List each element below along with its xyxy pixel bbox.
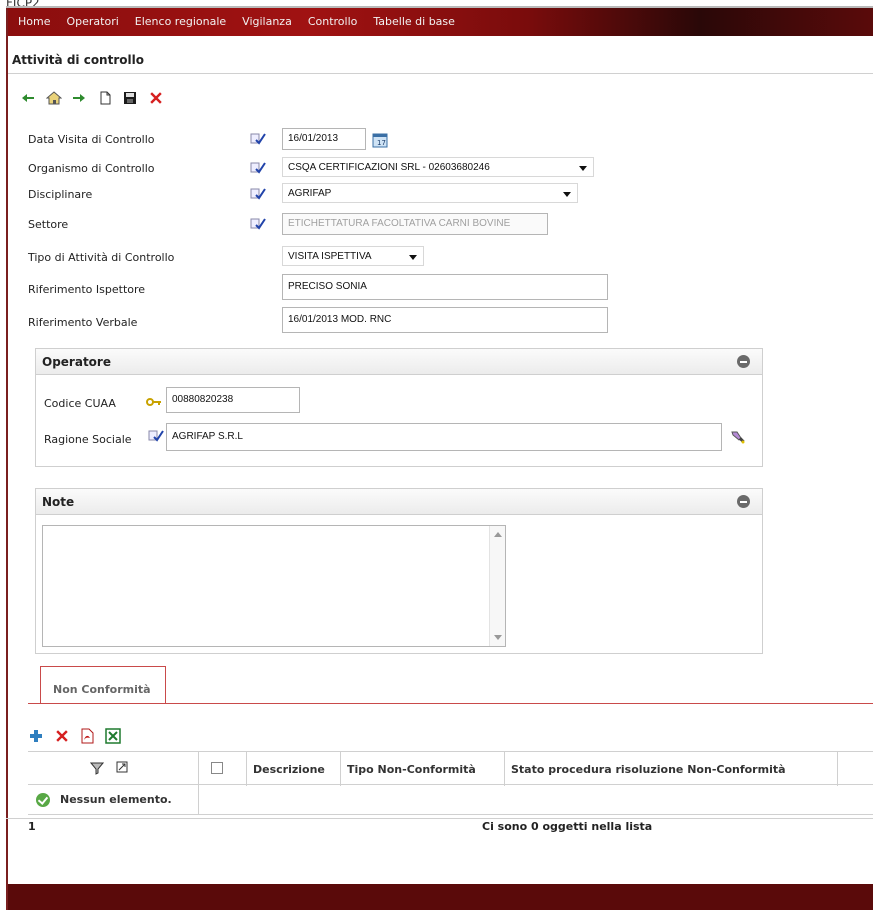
required-edit-icon (250, 187, 266, 201)
organismo-select-value: CSQA CERTIFICAZIONI SRL - 02603680246 (288, 162, 490, 173)
row-rif-ispettore: Riferimento Ispettore PRECISO SONIA (28, 274, 628, 300)
empty-message: Nessun elemento. (60, 793, 172, 806)
page-title-bar: Attività di controllo (8, 44, 873, 74)
row-settore: Settore ETICHETTATURA FACOLTATIVA CARNI … (28, 213, 628, 235)
organismo-label: Organismo di Controllo (28, 162, 155, 175)
menu-item-vigilanza[interactable]: Vigilanza (234, 8, 300, 36)
svg-text:17: 17 (377, 139, 386, 147)
note-textarea[interactable] (42, 525, 506, 647)
filter-icon[interactable] (89, 761, 105, 775)
page-toolbar (20, 90, 170, 112)
operatore-panel-header: Operatore (36, 349, 762, 375)
tipo-attivita-select[interactable]: VISITA ISPETTIVA (282, 246, 424, 266)
delete-icon[interactable] (54, 728, 70, 744)
required-edit-icon (148, 429, 164, 443)
key-icon (146, 396, 162, 408)
column-header-filter (28, 752, 198, 786)
success-check-icon (36, 793, 50, 807)
forward-arrow-icon[interactable] (71, 90, 87, 106)
disciplinare-select[interactable]: AGRIFAP (282, 183, 578, 203)
cell-divider (198, 785, 199, 815)
list-toolbar (28, 728, 127, 744)
home-icon[interactable] (45, 90, 62, 106)
tipo-attivita-label: Tipo di Attività di Controllo (28, 251, 175, 264)
item-count: Ci sono 0 oggetti nella lista (482, 820, 653, 833)
ragione-sociale-field[interactable]: AGRIFAP S.R.L (166, 423, 722, 451)
settore-field: ETICHETTATURA FACOLTATIVA CARNI BOVINE (282, 213, 548, 235)
chevron-down-icon (409, 255, 417, 260)
note-panel-header: Note (36, 489, 762, 515)
column-header-select (198, 752, 246, 786)
organismo-select[interactable]: CSQA CERTIFICAZIONI SRL - 02603680246 (282, 157, 594, 177)
chevron-down-icon (579, 166, 587, 171)
row-disciplinare: Disciplinare AGRIFAP (28, 183, 628, 205)
footer-bar (8, 884, 873, 910)
add-icon[interactable] (28, 728, 44, 744)
main-menu-bar: Home Operatori Elenco regionale Vigilanz… (8, 8, 873, 36)
non-conformita-table: Descrizione Tipo Non-Conformità Stato pr… (28, 751, 873, 837)
page-title: Attività di controllo (12, 53, 144, 67)
data-visita-label: Data Visita di Controllo (28, 133, 155, 146)
tab-non-conformita[interactable]: Non Conformità (40, 666, 166, 704)
menu-item-controllo[interactable]: Controllo (300, 8, 366, 36)
note-panel-title: Note (42, 495, 75, 509)
required-edit-icon (250, 132, 266, 146)
reset-filter-icon[interactable] (116, 761, 128, 773)
tab-divider (28, 703, 873, 704)
operatore-panel: Operatore Codice CUAA 00880820238 Ragion… (35, 348, 763, 467)
table-header: Descrizione Tipo Non-Conformità Stato pr… (28, 751, 873, 786)
select-all-checkbox[interactable] (211, 762, 223, 774)
row-organismo: Organismo di Controllo CSQA CERTIFICAZIO… (28, 157, 628, 179)
collapse-icon[interactable] (737, 355, 750, 368)
table-row: Nessun elemento. (28, 785, 873, 815)
new-document-icon[interactable] (97, 90, 113, 106)
row-data-visita: Data Visita di Controllo 16/01/2013 17 (28, 128, 428, 150)
menu-item-home[interactable]: Home (8, 8, 58, 36)
collapse-icon[interactable] (737, 495, 750, 508)
page-number[interactable]: 1 (28, 820, 36, 833)
flashlight-search-icon[interactable] (730, 429, 746, 445)
save-icon[interactable] (122, 90, 138, 106)
scroll-up-icon[interactable] (494, 532, 502, 537)
tipo-attivita-select-value: VISITA ISPETTIVA (288, 251, 372, 262)
settore-label: Settore (28, 218, 69, 231)
ragione-sociale-label: Ragione Sociale (44, 433, 132, 446)
menu-item-operatori[interactable]: Operatori (58, 8, 126, 36)
delete-icon[interactable] (148, 90, 164, 106)
rif-verbale-label: Riferimento Verbale (28, 316, 138, 329)
calendar-icon[interactable]: 17 (372, 132, 388, 148)
column-header-tipo[interactable]: Tipo Non-Conformità (340, 752, 504, 786)
column-header-stato[interactable]: Stato procedura risoluzione Non-Conformi… (504, 752, 838, 786)
data-visita-field[interactable]: 16/01/2013 (282, 128, 366, 150)
scroll-down-icon[interactable] (494, 635, 502, 640)
note-scrollbar[interactable] (489, 526, 505, 646)
excel-export-icon[interactable] (104, 728, 121, 744)
cuaa-field[interactable]: 00880820238 (166, 387, 300, 413)
disciplinare-label: Disciplinare (28, 188, 93, 201)
rif-ispettore-field[interactable]: PRECISO SONIA (282, 274, 608, 300)
row-rif-verbale: Riferimento Verbale 16/01/2013 MOD. RNC (28, 307, 628, 333)
row-tipo-attivita: Tipo di Attività di Controllo VISITA ISP… (28, 246, 628, 268)
menu-item-tabelle-di-base[interactable]: Tabelle di base (365, 8, 463, 36)
operatore-panel-title: Operatore (42, 355, 111, 369)
column-header-descrizione[interactable]: Descrizione (246, 752, 340, 786)
rif-verbale-field[interactable]: 16/01/2013 MOD. RNC (282, 307, 608, 333)
window-left-border (6, 6, 8, 910)
rif-ispettore-label: Riferimento Ispettore (28, 283, 146, 296)
note-panel: Note (35, 488, 763, 654)
pdf-export-icon[interactable] (79, 728, 95, 744)
required-edit-icon (250, 217, 266, 231)
cuaa-label: Codice CUAA (44, 397, 116, 410)
menu-item-elenco-regionale[interactable]: Elenco regionale (127, 8, 234, 36)
back-arrow-icon[interactable] (20, 90, 36, 106)
required-edit-icon (250, 161, 266, 175)
tab-label: Non Conformità (53, 683, 151, 696)
disciplinare-select-value: AGRIFAP (288, 188, 332, 199)
content-bottom-rule (6, 818, 873, 819)
chevron-down-icon (563, 192, 571, 197)
